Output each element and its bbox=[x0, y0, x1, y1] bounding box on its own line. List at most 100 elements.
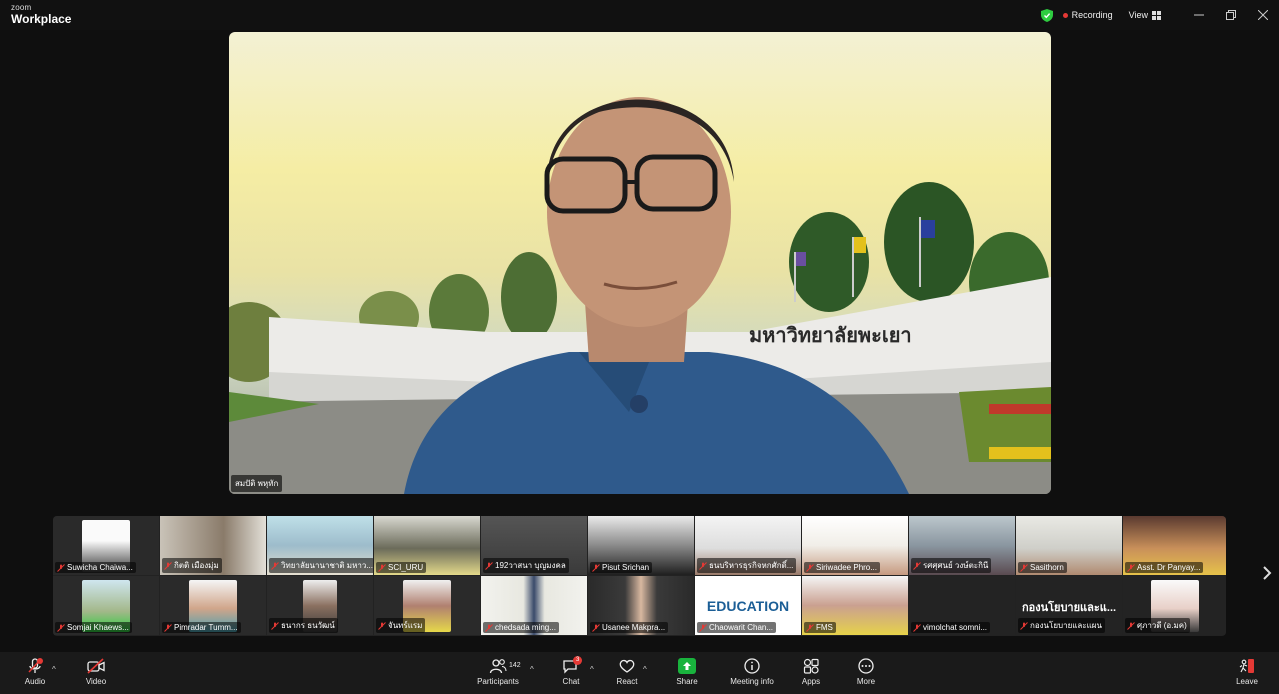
participant-name: ศุภาวดี (อ.มค) bbox=[1137, 621, 1187, 630]
info-icon bbox=[744, 658, 760, 674]
mic-muted-icon bbox=[271, 561, 279, 570]
speaker-name-label: สมปัติ พหุทัก bbox=[231, 475, 283, 492]
participant-tile[interactable]: วิทยาลัยนานาชาติ มหาว... bbox=[267, 516, 373, 575]
more-label: More bbox=[856, 677, 876, 686]
participant-name: Usanee Makpra... bbox=[602, 623, 666, 632]
participant-tile[interactable]: 192วาสนา บุญมงคล bbox=[481, 516, 587, 575]
participant-name: กองนโยบายและแผน bbox=[1030, 621, 1102, 630]
participant-tile[interactable]: Pisut Srichan bbox=[588, 516, 694, 575]
education-banner: EDUCATION bbox=[706, 598, 790, 614]
view-button[interactable]: View bbox=[1129, 10, 1148, 20]
active-speaker-video[interactable]: มหาวิทยาลัยพะเยา สมปัติ พหุทัก bbox=[229, 32, 1051, 494]
participant-name: กิตติ เมืองมุ่ม bbox=[174, 561, 219, 570]
minimize-icon bbox=[1194, 14, 1204, 16]
audio-button[interactable]: Audio bbox=[5, 658, 65, 686]
participant-tile[interactable]: FMS bbox=[802, 576, 908, 635]
mic-muted-icon bbox=[1127, 563, 1135, 572]
participant-tile[interactable]: ศุภาวดี (อ.มค) bbox=[1123, 576, 1226, 635]
mic-muted-icon bbox=[699, 561, 707, 570]
restore-icon bbox=[1226, 10, 1236, 20]
meeting-info-button[interactable]: Meeting info bbox=[722, 658, 782, 686]
mic-muted-icon bbox=[592, 623, 600, 632]
participants-options-caret[interactable]: ^ bbox=[530, 665, 534, 674]
participant-tile[interactable]: รศศุศนย์ วงษ์ตะกินี bbox=[909, 516, 1015, 575]
participant-name: SCI_URU bbox=[388, 563, 424, 572]
share-button[interactable]: Share bbox=[657, 658, 717, 686]
participant-name: Suwicha Chaiwa... bbox=[67, 563, 133, 572]
grid-view-icon[interactable] bbox=[1152, 10, 1161, 20]
chat-unread-badge: 3 bbox=[573, 656, 583, 665]
participant-tile[interactable]: vimolchat somni... bbox=[909, 576, 1015, 635]
participant-tile[interactable]: Sasithorn bbox=[1016, 516, 1122, 575]
react-button[interactable]: React bbox=[597, 658, 657, 686]
apps-button[interactable]: Apps bbox=[781, 658, 841, 686]
participant-name: Sasithorn bbox=[1030, 563, 1064, 572]
mic-muted-icon bbox=[806, 623, 814, 632]
minimize-button[interactable] bbox=[1183, 0, 1215, 30]
mic-muted-icon bbox=[57, 623, 65, 632]
leave-label: Leave bbox=[1236, 677, 1258, 686]
share-icon-bg bbox=[678, 658, 696, 674]
gallery-next-page-button[interactable] bbox=[1258, 565, 1276, 587]
speaker-video-frame: มหาวิทยาลัยพะเยา bbox=[229, 97, 1051, 494]
microphone-muted-icon bbox=[28, 658, 43, 673]
encryption-shield-icon[interactable] bbox=[1040, 8, 1053, 22]
participant-name: Somjai Khaews... bbox=[67, 623, 129, 632]
participant-tile[interactable]: SCI_URU bbox=[374, 516, 480, 575]
participant-tile[interactable]: Siriwadee Phro... bbox=[802, 516, 908, 575]
share-arrow-icon bbox=[683, 662, 691, 670]
participant-name: Pisut Srichan bbox=[602, 563, 650, 572]
logo-top-text: zoom bbox=[11, 3, 32, 12]
participant-name: ธนบริหารธุรกิจหกศักดิ์... bbox=[709, 561, 794, 570]
zoom-workplace-logo: zoom Workplace bbox=[11, 3, 72, 26]
more-button[interactable]: More bbox=[836, 658, 896, 686]
participant-name: Pimradar Tumm... bbox=[174, 623, 238, 632]
participant-tile[interactable]: กองนโยบายและแ... กองนโยบายและแผน bbox=[1016, 576, 1122, 635]
participant-tile[interactable]: Usanee Makpra... bbox=[588, 576, 694, 635]
recording-label[interactable]: Recording bbox=[1072, 10, 1113, 20]
video-button[interactable]: Video bbox=[66, 658, 126, 686]
mic-muted-icon bbox=[378, 621, 386, 630]
mic-muted-icon bbox=[485, 561, 493, 570]
participant-name: vimolchat somni... bbox=[923, 623, 988, 632]
restore-button[interactable] bbox=[1215, 0, 1247, 30]
apps-label: Apps bbox=[801, 677, 821, 686]
participant-tile[interactable]: ธนบริหารธุรกิจหกศักดิ์... bbox=[695, 516, 801, 575]
participant-tile[interactable]: EDUCATION Chaowarit Chan... bbox=[695, 576, 801, 635]
share-label: Share bbox=[676, 677, 698, 686]
react-label: React bbox=[616, 677, 638, 686]
chevron-right-icon bbox=[1263, 566, 1272, 580]
chat-options-caret[interactable]: ^ bbox=[590, 665, 594, 674]
participant-tile[interactable]: chedsada ming... bbox=[481, 576, 587, 635]
participant-tile[interactable]: ธนากร ธนวัฒน์ bbox=[267, 576, 373, 635]
meeting-toolbar: Audio ^ Video Participants 142 ^ 3 Chat … bbox=[0, 652, 1279, 694]
participant-gallery: Suwicha Chaiwa... กิตติ เมืองมุ่ม วิทยาล… bbox=[53, 516, 1226, 636]
mic-muted-icon bbox=[164, 561, 172, 570]
leave-button[interactable]: Leave bbox=[1217, 658, 1277, 686]
mic-muted-icon bbox=[913, 561, 921, 570]
mic-muted-icon bbox=[913, 623, 921, 632]
participant-name: Siriwadee Phro... bbox=[816, 563, 877, 572]
participant-name: จันทร์แรม bbox=[388, 621, 423, 630]
logo-main-text: Workplace bbox=[11, 12, 72, 26]
react-options-caret[interactable]: ^ bbox=[643, 665, 647, 674]
participant-name: Chaowarit Chan... bbox=[709, 623, 774, 632]
title-bar: zoom Workplace Recording View bbox=[0, 0, 1279, 30]
participant-tile[interactable]: Pimradar Tumm... bbox=[160, 576, 266, 635]
close-button[interactable] bbox=[1247, 0, 1279, 30]
participant-tile[interactable]: Somjai Khaews... bbox=[53, 576, 159, 635]
more-dots-icon bbox=[858, 658, 874, 674]
mic-muted-icon bbox=[271, 621, 279, 630]
sign-text: มหาวิทยาลัยพะเยา bbox=[749, 325, 912, 347]
meeting-info-label: Meeting info bbox=[730, 677, 774, 686]
audio-options-caret[interactable]: ^ bbox=[52, 665, 56, 674]
chat-label: Chat bbox=[562, 677, 580, 686]
participant-tile[interactable]: Asst. Dr Panyay... bbox=[1123, 516, 1226, 575]
apps-icon bbox=[803, 658, 819, 674]
participant-tile[interactable]: กิตติ เมืองมุ่ม bbox=[160, 516, 266, 575]
heart-icon bbox=[619, 659, 635, 673]
participant-name: chedsada ming... bbox=[495, 623, 556, 632]
participants-count: 142 bbox=[509, 662, 521, 669]
participant-tile[interactable]: จันทร์แรม bbox=[374, 576, 480, 635]
participant-tile[interactable]: Suwicha Chaiwa... bbox=[53, 516, 159, 575]
